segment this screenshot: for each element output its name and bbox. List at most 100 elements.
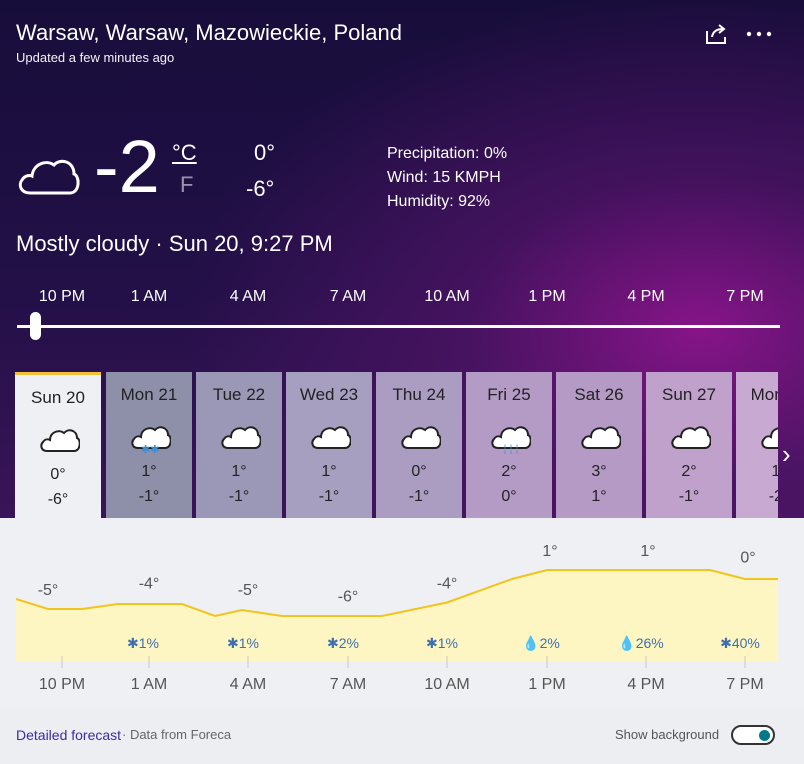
humidity-detail: Humidity: 92%	[387, 193, 491, 210]
day-high: 2°	[501, 463, 517, 480]
day-name: Wed 23	[299, 385, 359, 404]
time-slider-thumb[interactable]	[30, 312, 41, 340]
precip-rain-label: 💧2%	[522, 635, 560, 652]
day-low: -2°	[768, 488, 778, 505]
current-temperature: -2	[94, 125, 160, 208]
svg-text:✱✱: ✱✱	[141, 444, 159, 454]
cloud-icon	[761, 427, 778, 449]
toggle-knob	[759, 730, 770, 741]
chevron-right-icon[interactable]: ›	[782, 440, 800, 468]
temperature-label: -5°	[238, 582, 259, 599]
precipitation-detail: Precipitation: 0%	[387, 145, 508, 162]
day-low: -6°	[47, 491, 69, 508]
updated-status: Updated a few minutes ago	[16, 50, 175, 65]
day-card[interactable]: Sat 26 3° 1°	[556, 372, 642, 518]
day-high: 1°	[321, 463, 337, 480]
day-card[interactable]: Tue 22 1° -1°	[196, 372, 282, 518]
temperature-label: -4°	[437, 576, 458, 593]
day-name: Fri 25	[487, 385, 531, 404]
precip-rain-label: 💧26%	[618, 635, 663, 652]
chart-x-label: 10 PM	[38, 676, 86, 693]
temperature-label: 1°	[542, 543, 557, 560]
chart-x-label: 7 AM	[329, 676, 367, 693]
day-card[interactable]: Mon 28 1° -2°	[736, 372, 778, 518]
temperature-label: 0°	[740, 550, 755, 567]
unit-celsius-toggle[interactable]: °C	[172, 140, 197, 166]
time-slider-track[interactable]	[17, 325, 780, 328]
temperature-label: -4°	[139, 576, 160, 593]
day-name: Tue 22	[212, 385, 266, 404]
hour-label[interactable]: 10 PM	[22, 288, 102, 306]
precip-snow-label: ✱40%	[720, 635, 760, 651]
precip-snow-label: ✱1%	[127, 635, 159, 651]
day-card[interactable]: Thu 24 0° -1°	[376, 372, 462, 518]
chart-x-label: 1 PM	[528, 676, 566, 693]
day-low: -1°	[228, 488, 250, 505]
hour-label[interactable]: 7 PM	[705, 288, 785, 306]
hour-label[interactable]: 10 AM	[407, 288, 487, 306]
share-icon[interactable]	[704, 22, 730, 46]
hour-label[interactable]: 1 AM	[109, 288, 189, 306]
day-high: 3°	[591, 463, 607, 480]
location-title: Warsaw, Warsaw, Mazowieckie, Poland	[16, 20, 402, 45]
cloud-icon	[671, 426, 711, 449]
day-name: Sat 26	[574, 385, 624, 404]
day-low: 1°	[591, 488, 607, 505]
chart-x-label: 1 AM	[130, 676, 168, 693]
temperature-label: -6°	[338, 589, 359, 606]
hour-labels: 10 PM 1 AM 4 AM 7 AM 10 AM 1 PM 4 PM 7 P…	[0, 288, 804, 310]
day-high: 1°	[231, 463, 247, 480]
precip-snow-label: ✱2%	[327, 635, 359, 651]
hour-label[interactable]: 7 AM	[308, 288, 388, 306]
temperature-label: -5°	[38, 582, 59, 599]
cloud-icon	[401, 426, 441, 449]
day-high: 1°	[141, 463, 157, 480]
temperature-label: 1°	[640, 543, 655, 560]
day-card[interactable]: Sun 20 0° -6°	[15, 372, 101, 518]
more-options-icon[interactable]	[744, 24, 774, 44]
daily-forecast-strip: Sun 20 0° -6° Mon 21 ✱✱ 1° -1° Tue 22 1° -1° Wed 2…	[15, 372, 778, 518]
chart-x-label: 10 AM	[424, 676, 470, 693]
day-card[interactable]: Wed 23 1° -1°	[286, 372, 372, 518]
show-background-label: Show background	[615, 727, 720, 742]
day-name: Mon 28	[750, 385, 778, 404]
show-background-toggle[interactable]	[731, 725, 775, 745]
day-high: 0°	[50, 466, 66, 483]
day-card[interactable]: Fri 25 ╎╎╎ 2° 0°	[466, 372, 552, 518]
day-high: 0°	[411, 463, 427, 480]
hour-label[interactable]: 4 PM	[606, 288, 686, 306]
today-low: -6°	[246, 176, 275, 201]
precip-snow-label: ✱1%	[227, 635, 259, 651]
cloud-snow-icon: ✱✱	[131, 426, 171, 454]
hour-label[interactable]: 1 PM	[507, 288, 587, 306]
chart-x-label: 7 PM	[726, 676, 764, 693]
cloud-icon	[311, 426, 351, 449]
detailed-forecast-link[interactable]: Detailed forecast	[16, 727, 121, 743]
precip-snow-label: ✱1%	[426, 635, 458, 651]
day-card[interactable]: Mon 21 ✱✱ 1° -1°	[106, 372, 192, 518]
chart-x-label: 4 PM	[627, 676, 665, 693]
data-source: · Data from Foreca	[122, 727, 232, 742]
day-name: Sun 20	[31, 388, 85, 407]
unit-fahrenheit-toggle[interactable]: F	[180, 172, 193, 198]
cloud-icon	[18, 159, 80, 195]
condition-summary: Mostly cloudy · Sun 20, 9:27 PM	[16, 231, 333, 256]
chart-x-label: 4 AM	[229, 676, 267, 693]
day-name: Mon 21	[120, 385, 178, 404]
day-low: -1°	[408, 488, 430, 505]
today-high: 0°	[254, 140, 276, 165]
day-low: -1°	[318, 488, 340, 505]
day-name: Thu 24	[392, 385, 446, 404]
cloud-icon	[40, 429, 80, 452]
day-low: -1°	[678, 488, 700, 505]
day-card[interactable]: Sun 27 2° -1°	[646, 372, 732, 518]
svg-text:╎╎╎: ╎╎╎	[502, 444, 520, 454]
day-low: 0°	[501, 488, 517, 505]
day-name: Sun 27	[662, 385, 716, 404]
day-high: 2°	[681, 463, 697, 480]
cloud-icon	[581, 426, 621, 449]
cloud-icon	[221, 426, 261, 449]
hour-label[interactable]: 4 AM	[208, 288, 288, 306]
day-high: 1°	[771, 463, 778, 480]
weather-details: Precipitation: 0% Wind: 15 KMPH Humidity…	[387, 142, 507, 214]
